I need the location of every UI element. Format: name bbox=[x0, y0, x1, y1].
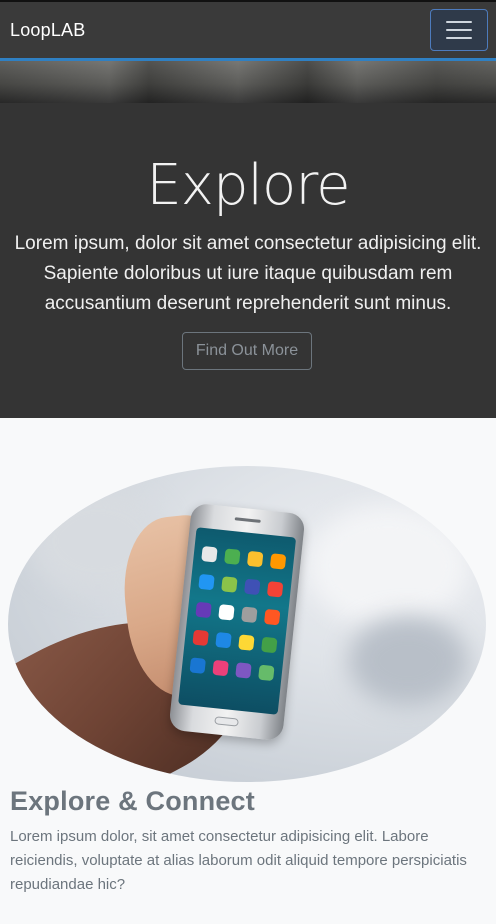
app-icon bbox=[218, 604, 235, 621]
app-icon bbox=[189, 657, 206, 674]
hero-section: Explore Lorem ipsum, dolor sit amet cons… bbox=[0, 103, 496, 418]
app-icon bbox=[261, 636, 278, 654]
smartphone-photo bbox=[8, 466, 486, 782]
section-title: Explore & Connect bbox=[10, 786, 255, 816]
app-icon bbox=[195, 601, 212, 619]
app-icon bbox=[192, 629, 209, 647]
app-icon bbox=[198, 573, 215, 591]
app-icon bbox=[235, 662, 252, 679]
hero-description: Lorem ipsum, dolor sit amet consectetur … bbox=[14, 233, 482, 314]
background-blur bbox=[308, 506, 468, 626]
smartphone bbox=[168, 502, 306, 742]
app-icon bbox=[244, 578, 261, 596]
app-icon bbox=[269, 553, 287, 570]
navbar-toggler-button[interactable] bbox=[430, 9, 488, 51]
hero-title: Explore bbox=[146, 153, 350, 218]
content-section: Explore & Connect Lorem ipsum dolor, sit… bbox=[0, 418, 496, 924]
app-icon bbox=[241, 606, 258, 623]
app-icon bbox=[215, 631, 232, 649]
find-out-more-button[interactable]: Find Out More bbox=[182, 332, 312, 370]
app-icon bbox=[258, 664, 275, 682]
background-blur bbox=[348, 616, 468, 706]
app-icon bbox=[221, 576, 238, 593]
app-icon bbox=[263, 608, 281, 626]
phone-home-button bbox=[214, 716, 239, 727]
app-icon bbox=[246, 550, 264, 568]
navbar: LoopLAB bbox=[0, 0, 496, 61]
phone-speaker bbox=[234, 517, 261, 523]
app-icon bbox=[266, 581, 284, 598]
app-icon bbox=[201, 546, 218, 563]
phone-screen bbox=[178, 527, 297, 715]
brand-logo[interactable]: LoopLAB bbox=[10, 20, 85, 41]
hamburger-icon-bar bbox=[446, 37, 472, 39]
section-description: Lorem ipsum dolor, sit amet consectetur … bbox=[10, 828, 467, 893]
hamburger-icon-bar bbox=[446, 29, 472, 31]
app-icon bbox=[224, 548, 241, 565]
app-icon bbox=[238, 634, 255, 651]
hamburger-icon-bar bbox=[446, 21, 472, 23]
hero-background-image bbox=[0, 61, 496, 103]
app-icon bbox=[212, 659, 229, 677]
